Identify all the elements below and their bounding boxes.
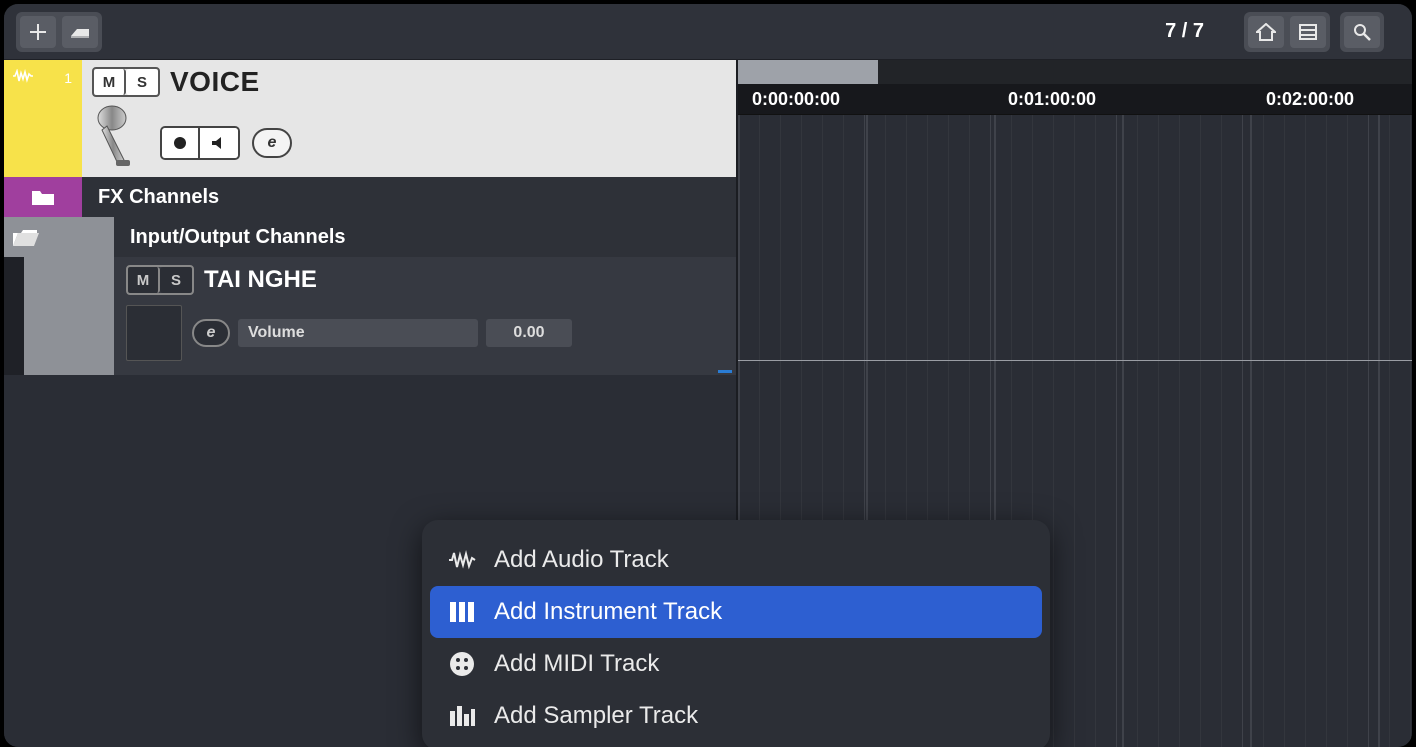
section-label: FX Channels [98, 186, 219, 209]
microphone-icon [92, 104, 144, 182]
add-track-context-menu: Add Audio Track Add Instrument Track Add M… [422, 520, 1050, 747]
monitor-button[interactable] [200, 128, 238, 158]
context-menu-item[interactable]: Add Sampler Track [430, 690, 1042, 742]
list-icon [1299, 24, 1317, 40]
folder-icon [31, 188, 55, 206]
visibility-list-button[interactable] [1290, 16, 1326, 48]
mute-button[interactable]: M [128, 267, 160, 293]
resize-handle[interactable] [718, 370, 732, 373]
toolbar: 7 / 7 [4, 4, 1412, 60]
parameter-name-field[interactable]: Volume [238, 319, 478, 347]
visibility-agents-button[interactable] [1248, 16, 1284, 48]
edit-channel-button[interactable]: e [252, 128, 292, 158]
plus-icon [29, 23, 47, 41]
time-label: 0:01:00:00 [1008, 89, 1096, 110]
preset-stack-icon [69, 24, 91, 40]
search-icon [1353, 23, 1371, 41]
parameter-value-field[interactable]: 0.00 [486, 319, 572, 347]
section-label: Input/Output Channels [130, 226, 346, 249]
record-enable-button[interactable] [162, 128, 200, 158]
track-preset-button[interactable] [62, 16, 98, 48]
solo-button[interactable]: S [160, 267, 192, 293]
fx-color-strip [4, 177, 82, 217]
track-color-strip: 1 [4, 60, 82, 177]
track-number: 1 [64, 70, 72, 86]
context-menu-label: Add Audio Track [494, 546, 669, 574]
context-menu-item[interactable]: Add Audio Track [430, 534, 1042, 586]
add-track-button[interactable] [20, 16, 56, 48]
record-icon [173, 136, 187, 150]
waveform-icon [12, 69, 34, 83]
timeline-ruler[interactable]: 0:00:00:00 0:01:00:00 0:02:00:00 [738, 60, 1412, 115]
track-name: VOICE [170, 66, 260, 98]
bars-icon [448, 702, 476, 730]
visibility-cluster [1244, 12, 1330, 52]
record-monitor-group [160, 126, 240, 160]
track-tai-nghe[interactable]: M S TAI NGHE e Volume 0.00 [4, 257, 736, 375]
context-menu-item[interactable]: Add MIDI Track [430, 638, 1042, 690]
time-label: 0:00:00:00 [752, 89, 840, 110]
palette-icon [448, 650, 476, 678]
edit-channel-button[interactable]: e [192, 319, 230, 347]
add-track-cluster [16, 12, 102, 52]
track-name: TAI NGHE [204, 266, 317, 294]
track-list: 1 M S VOICE [4, 60, 736, 375]
io-channels-section[interactable]: Input/Output Channels [4, 217, 736, 257]
context-menu-item[interactable]: Add Instrument Track [430, 586, 1042, 638]
house-icon [1256, 23, 1276, 41]
context-menu-label: Add Sampler Track [494, 702, 698, 730]
track-visibility-counter: 7 / 7 [1165, 20, 1204, 43]
track-body: M S TAI NGHE e Volume 0.00 [114, 257, 736, 375]
io-color-strip [4, 217, 114, 257]
track-thumbnail [126, 305, 182, 361]
search-cluster [1340, 12, 1384, 52]
folder-open-icon [12, 226, 40, 248]
waveform-icon [448, 546, 476, 574]
loop-region[interactable] [738, 60, 878, 84]
solo-button[interactable]: S [126, 69, 158, 95]
piano-icon [448, 598, 476, 626]
time-label: 0:02:00:00 [1266, 89, 1354, 110]
fx-channels-section[interactable]: FX Channels [4, 177, 736, 217]
speaker-icon [211, 136, 227, 150]
track-voice[interactable]: 1 M S VOICE [4, 60, 736, 177]
mute-button[interactable]: M [94, 69, 126, 95]
search-button[interactable] [1344, 16, 1380, 48]
track-body: M S VOICE [82, 60, 736, 177]
context-menu-label: Add Instrument Track [494, 598, 722, 626]
context-menu-label: Add MIDI Track [494, 650, 659, 678]
